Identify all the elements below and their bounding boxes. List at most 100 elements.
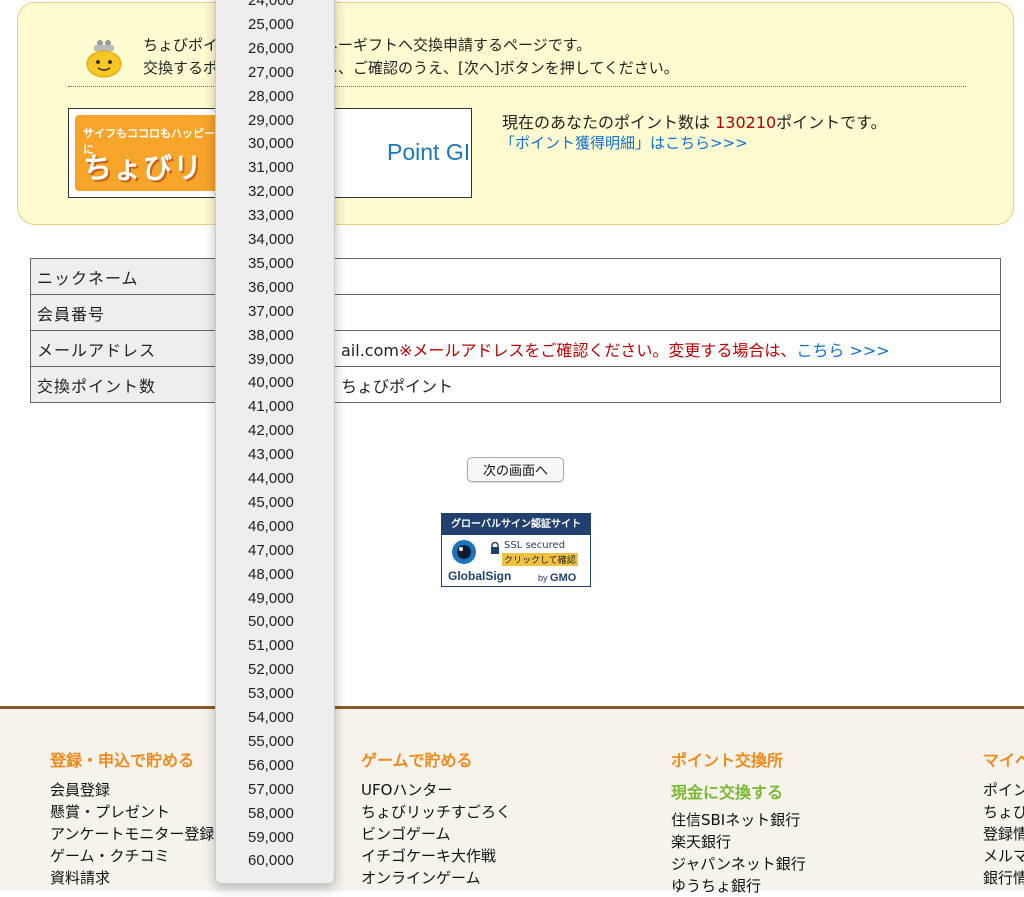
footer-col-games: ゲームで貯める UFOハンター ちょびリッチすごろく ビンゴゲーム イチゴケーキ… bbox=[361, 747, 511, 889]
footer-link[interactable]: ジャパンネット銀行 bbox=[671, 853, 806, 875]
chobirich-logo: サイフもココロもハッピーに ちょびリッチ bbox=[75, 115, 225, 197]
footer-link[interactable]: 銀行情 bbox=[983, 867, 1024, 889]
seal-by: by bbox=[538, 573, 548, 583]
footer-link[interactable]: アンケートモニター登録 bbox=[50, 823, 214, 845]
table-row: 交換ポイント数 ちょびポイント bbox=[30, 366, 1001, 403]
dropdown-option[interactable]: 37,000 bbox=[216, 300, 334, 324]
dropdown-option[interactable]: 50,000 bbox=[216, 610, 334, 634]
footer-link[interactable]: オンラインゲーム bbox=[361, 867, 511, 889]
footer-link[interactable]: ちょび bbox=[983, 801, 1024, 823]
dropdown-option[interactable]: 36,000 bbox=[216, 276, 334, 300]
dropdown-option[interactable]: 41,000 bbox=[216, 395, 334, 419]
footer-link[interactable]: 資料請求 bbox=[50, 867, 214, 889]
dropdown-option[interactable]: 25,000 bbox=[216, 13, 334, 37]
dropdown-option[interactable]: 30,000 bbox=[216, 132, 334, 156]
footer-link[interactable]: ゲーム・クチコミ bbox=[50, 845, 214, 867]
dropdown-option[interactable]: 58,000 bbox=[216, 802, 334, 826]
dropdown-option[interactable]: 33,000 bbox=[216, 204, 334, 228]
footer-heading-games: ゲームで貯める bbox=[361, 751, 473, 770]
dropdown-option[interactable]: 55,000 bbox=[216, 730, 334, 754]
points-history-link[interactable]: 「ポイント獲得明細」はこちら>>> bbox=[500, 132, 748, 153]
dropdown-option[interactable]: 57,000 bbox=[216, 778, 334, 802]
dropdown-option[interactable]: 51,000 bbox=[216, 634, 334, 658]
dropdown-option[interactable]: 24,000 bbox=[216, 0, 334, 13]
footer-link[interactable]: ちょびリッチすごろく bbox=[361, 801, 511, 823]
dropdown-option[interactable]: 32,000 bbox=[216, 180, 334, 204]
footer-link[interactable]: 楽天銀行 bbox=[671, 831, 806, 853]
dropdown-option[interactable]: 40,000 bbox=[216, 371, 334, 395]
seal-gmo-text: GMO bbox=[550, 572, 577, 584]
chobirich-logo-text: ちょびリッチ bbox=[83, 151, 204, 197]
points-value: 130210 bbox=[715, 113, 777, 132]
dropdown-option[interactable]: 59,000 bbox=[216, 826, 334, 850]
dropdown-option[interactable]: 27,000 bbox=[216, 61, 334, 85]
table-row: ニックネーム bbox=[30, 258, 1001, 295]
globalsign-ssl-seal[interactable]: グローバルサイン認証サイト SSL secured クリックして確認 Globa… bbox=[441, 513, 591, 587]
next-screen-button[interactable]: 次の画面へ bbox=[467, 457, 564, 482]
email-change-link[interactable]: こちら >>> bbox=[796, 341, 889, 360]
exchange-points-cell: ちょびポイント bbox=[330, 366, 1001, 403]
dropdown-option[interactable]: 44,000 bbox=[216, 467, 334, 491]
footer-link[interactable]: ポイン bbox=[983, 779, 1024, 801]
current-points-text: 現在のあなたのポイント数は 130210ポイントです。 bbox=[502, 109, 887, 133]
email-warning: ※メールアドレスをご確認ください。変更する場合は、 bbox=[398, 340, 797, 360]
dropdown-option[interactable]: 26,000 bbox=[216, 37, 334, 61]
footer-col-exchange: ポイント交換所 現金に交換する 住信SBIネット銀行 楽天銀行 ジャパンネット銀… bbox=[671, 747, 806, 897]
gmo-brand: by GMO bbox=[538, 572, 576, 584]
dropdown-option[interactable]: 60,000 bbox=[216, 849, 334, 873]
point-gift-logo: Point GIFT bbox=[387, 139, 471, 165]
dropdown-option[interactable]: 48,000 bbox=[216, 563, 334, 587]
footer-link[interactable]: ビンゴゲーム bbox=[361, 823, 511, 845]
dropdown-option[interactable]: 46,000 bbox=[216, 515, 334, 539]
dropdown-option[interactable]: 29,000 bbox=[216, 109, 334, 133]
dropdown-option[interactable]: 52,000 bbox=[216, 658, 334, 682]
member-number-value bbox=[330, 294, 1001, 331]
table-row: メールアドレス ail.com※メールアドレスをご確認ください。変更する場合は、… bbox=[30, 330, 1001, 367]
points-prefix: 現在のあなたのポイント数は bbox=[502, 113, 716, 132]
footer-link[interactable]: メルマ bbox=[983, 845, 1024, 867]
nickname-value bbox=[330, 258, 1001, 295]
footer-link[interactable]: 住信SBIネット銀行 bbox=[671, 809, 806, 831]
footer-col-mypage: マイペ ポイン ちょび 登録情 メルマ 銀行情 bbox=[983, 747, 1024, 889]
dropdown-option[interactable]: 42,000 bbox=[216, 419, 334, 443]
dropdown-option[interactable]: 39,000 bbox=[216, 348, 334, 372]
footer: 登録・申込で貯める 会員登録 懸賞・プレゼント アンケートモニター登録 ゲーム・… bbox=[0, 706, 1024, 895]
dropdown-option[interactable]: 54,000 bbox=[216, 706, 334, 730]
dropdown-option[interactable]: 38,000 bbox=[216, 324, 334, 348]
lock-icon bbox=[491, 542, 499, 554]
exchange-info-panel: ちょびポイントをドットマネーギフトへ交換申請するページです。 交換するポイント数… bbox=[17, 2, 1014, 225]
table-row: 会員番号 bbox=[30, 294, 1001, 331]
footer-link[interactable]: 会員登録 bbox=[50, 779, 214, 801]
seal-ssl-text: SSL secured bbox=[504, 540, 566, 551]
mascot-purse-icon bbox=[86, 40, 122, 78]
dropdown-option[interactable]: 28,000 bbox=[216, 85, 334, 109]
seal-title: グローバルサイン認証サイト bbox=[442, 514, 590, 535]
footer-link[interactable]: UFOハンター bbox=[361, 779, 511, 801]
footer-link[interactable]: イチゴケーキ大作戦 bbox=[361, 845, 511, 867]
intro-text-line1: ちょびポイントをドットマネーギフトへ交換申請するページです。 bbox=[143, 36, 592, 54]
dropdown-option[interactable]: 56,000 bbox=[216, 754, 334, 778]
dotted-divider bbox=[68, 86, 966, 87]
footer-col-register: 登録・申込で貯める 会員登録 懸賞・プレゼント アンケートモニター登録 ゲーム・… bbox=[50, 747, 214, 889]
footer-heading-exchange: ポイント交換所 bbox=[671, 751, 784, 770]
seal-click-text: クリックして確認 bbox=[502, 553, 578, 566]
dropdown-option[interactable]: 31,000 bbox=[216, 156, 334, 180]
footer-heading-mypage: マイペ bbox=[983, 751, 1024, 770]
dropdown-option[interactable]: 53,000 bbox=[216, 682, 334, 706]
points-suffix: ポイントです。 bbox=[776, 113, 887, 132]
dropdown-option[interactable]: 34,000 bbox=[216, 228, 334, 252]
dropdown-option[interactable]: 43,000 bbox=[216, 443, 334, 467]
dropdown-option[interactable]: 47,000 bbox=[216, 539, 334, 563]
footer-link[interactable]: 懸賞・プレゼント bbox=[50, 801, 214, 823]
footer-subheading-cash[interactable]: 現金に交換する bbox=[671, 779, 806, 803]
eye-icon bbox=[452, 540, 476, 564]
points-unit: ちょびポイント bbox=[341, 376, 454, 396]
exchange-points-dropdown-list[interactable]: 24,000 25,000 26,000 27,000 28,000 29,000 30,0… bbox=[215, 0, 335, 884]
exchange-form-table: ニックネーム 会員番号 メールアドレス ail.com※メールアドレスをご確認く… bbox=[30, 258, 1001, 403]
email-value-cell: ail.com※メールアドレスをご確認ください。変更する場合は、こちら >>> bbox=[330, 330, 1001, 367]
dropdown-option[interactable]: 49,000 bbox=[216, 587, 334, 611]
dropdown-option[interactable]: 35,000 bbox=[216, 252, 334, 276]
dropdown-option[interactable]: 45,000 bbox=[216, 491, 334, 515]
footer-link[interactable]: 登録情 bbox=[983, 823, 1024, 845]
footer-link[interactable]: ゆうちょ銀行 bbox=[671, 875, 806, 897]
